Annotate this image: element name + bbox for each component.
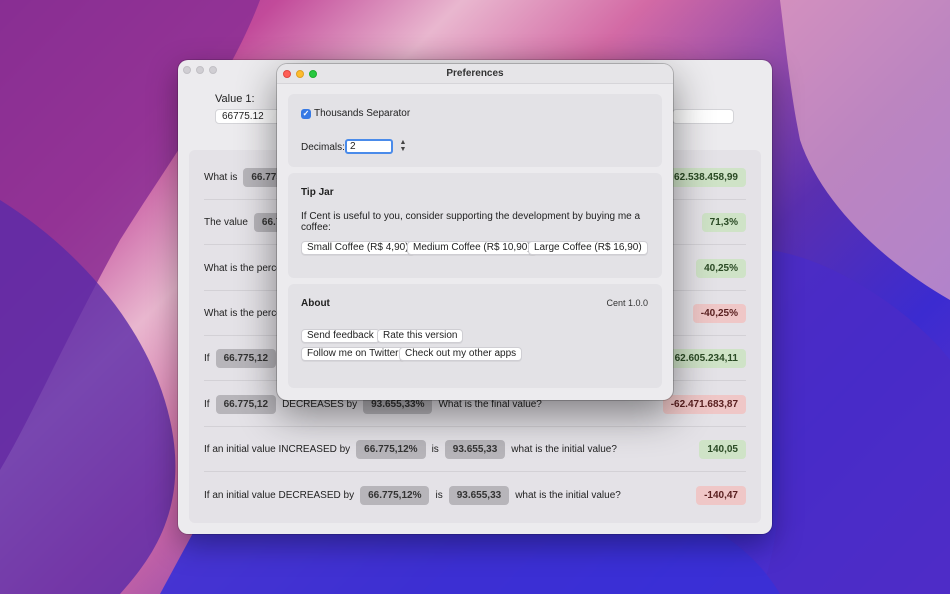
row-operator: is [435, 490, 443, 501]
tip-jar-text: If Cent is useful to you, consider suppo… [301, 211, 641, 233]
result-badge[interactable]: 62.538.458,99 [666, 167, 746, 187]
row-operator: DECREASES by [282, 398, 358, 410]
checkmark-icon[interactable]: ✓ [301, 109, 311, 119]
medium-coffee-button[interactable]: Medium Coffee (R$ 10,90) [407, 241, 537, 255]
about-title: About [301, 298, 330, 309]
value-chip[interactable]: 66.775,12 [215, 394, 277, 414]
tip-jar-section: Tip Jar If Cent is useful to you, consid… [288, 173, 662, 278]
follow-twitter-button[interactable]: Follow me on Twitter [301, 347, 405, 361]
decimals-input[interactable]: 2 [345, 139, 393, 154]
value-chip[interactable]: 93.655,33 [448, 486, 510, 505]
value1-label: Value 1: [215, 93, 255, 105]
result-badge[interactable]: 140,05 [699, 439, 746, 459]
calc-row: If an initial value DECREASED by 66.775,… [204, 473, 746, 518]
row-prefix: If an initial value INCREASED by [204, 443, 351, 455]
value2-input[interactable] [672, 109, 734, 124]
close-button[interactable] [183, 66, 191, 74]
percent-chip[interactable]: 66.775,12% [360, 486, 430, 505]
rate-version-button[interactable]: Rate this version [377, 329, 464, 343]
result-badge[interactable]: -40,25% [692, 303, 746, 323]
zoom-button[interactable] [209, 66, 217, 74]
decimals-label: Decimals: [301, 142, 345, 153]
row-prefix: If an initial value DECREASED by [204, 490, 355, 501]
value-chip[interactable]: 93.655,33 [444, 439, 506, 459]
result-badge[interactable]: -140,47 [696, 486, 746, 505]
row-prefix: If [204, 398, 210, 410]
result-badge[interactable]: 71,3% [701, 212, 746, 232]
row-prefix: If [204, 352, 210, 364]
value-chip[interactable]: 66.775,12 [215, 348, 277, 368]
thousands-separator-label[interactable]: Thousands Separator [314, 108, 410, 119]
row-prefix: The value [204, 216, 248, 228]
minimize-button[interactable] [296, 70, 304, 78]
row-question: what is the initial value? [515, 490, 621, 501]
percent-chip[interactable]: 66.775,12% [356, 439, 426, 459]
row-prefix: What is the percer [204, 307, 286, 319]
small-coffee-button[interactable]: Small Coffee (R$ 4,90) [301, 241, 415, 255]
row-question: What is the final value? [438, 398, 542, 410]
close-button[interactable] [283, 70, 291, 78]
large-coffee-button[interactable]: Large Coffee (R$ 16,90) [528, 241, 648, 255]
stepper-chevrons-icon[interactable]: ▲ ▼ [399, 139, 407, 154]
calc-row: If an initial value INCREASED by 66.775,… [204, 427, 746, 472]
other-apps-button[interactable]: Check out my other apps [399, 347, 523, 361]
minimize-button[interactable] [196, 66, 204, 74]
tip-jar-title: Tip Jar [301, 187, 334, 198]
result-badge[interactable]: 40,25% [696, 258, 746, 278]
row-prefix: What is the percer [204, 262, 286, 274]
zoom-button[interactable] [309, 70, 317, 78]
preferences-window: Preferences ✓ Thousands Separator Decima… [277, 64, 673, 400]
send-feedback-button[interactable]: Send feedback [301, 329, 380, 343]
about-section: About Cent 1.0.0 Send feedback Rate this… [288, 284, 662, 388]
result-badge[interactable]: -62.471.683,87 [662, 394, 746, 414]
row-question: what is the initial value? [511, 443, 617, 455]
version-label: Cent 1.0.0 [606, 298, 648, 308]
format-section: ✓ Thousands Separator Decimals: 2 ▲ ▼ [288, 94, 662, 167]
preferences-titlebar: Preferences [277, 64, 673, 84]
window-title: Preferences [446, 68, 504, 79]
row-prefix: What is [204, 171, 238, 183]
row-operator: is [431, 443, 439, 455]
result-badge[interactable]: 62.605.234,11 [666, 348, 746, 368]
